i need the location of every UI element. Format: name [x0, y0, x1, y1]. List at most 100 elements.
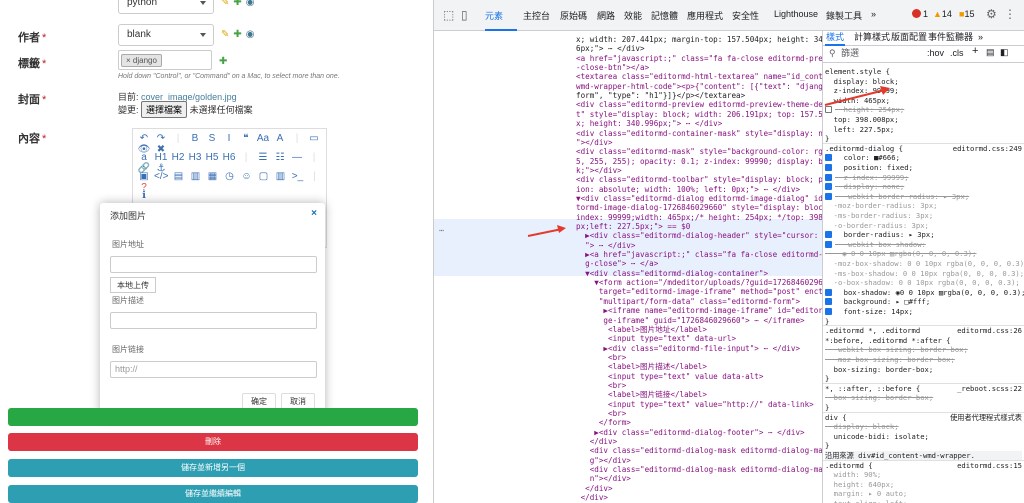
css-declaration[interactable]: unicode-bidi: isolate; [825, 432, 929, 442]
category-select[interactable]: python [118, 0, 214, 14]
toolbar-button[interactable]: H5 [205, 152, 219, 163]
devtools-tab[interactable]: 主控台 [523, 9, 550, 22]
eye-icon[interactable]: ◉ [246, 29, 259, 40]
styles-tab[interactable]: 事件監聽器 [928, 32, 973, 43]
toolbar-button[interactable]: ↶ [137, 133, 151, 144]
toolbar-button[interactable]: S [205, 133, 219, 144]
image-desc-input[interactable] [110, 312, 317, 329]
css-declaration[interactable]: z-index: 99999; [825, 173, 909, 183]
pencil-icon[interactable]: ✎ [221, 0, 233, 8]
save-button[interactable] [8, 408, 418, 426]
author-select[interactable]: blank [118, 24, 214, 46]
checkbox-icon[interactable] [825, 106, 832, 114]
toolbar-button[interactable]: ☺ [239, 171, 253, 182]
css-declaration[interactable]: -moz-box-sizing: border-box; [825, 355, 955, 365]
checkbox-icon[interactable] [825, 240, 832, 248]
toolbar-button[interactable]: ▢ [256, 171, 270, 182]
delete-button[interactable]: 刪除 [8, 433, 418, 451]
toolbar-button[interactable]: ▤ [171, 171, 185, 182]
local-upload-button[interactable]: 本地上传 [110, 277, 156, 293]
stylesheet-source-link[interactable]: editormd.css:15 [957, 461, 1022, 471]
toolbar-button[interactable]: ↷ [154, 133, 168, 144]
checkbox-icon[interactable] [825, 288, 832, 296]
plus-icon[interactable]: ✚ [233, 0, 245, 8]
device-toggle-icon[interactable]: ▯ [461, 8, 468, 22]
close-icon[interactable]: × [311, 208, 317, 219]
css-declaration[interactable]: -webkit-border-radius: ▸ 3px; [825, 192, 969, 202]
toolbar-button[interactable]: Aa [256, 133, 270, 144]
tag-chip[interactable]: × django [121, 54, 162, 67]
toolbar-button[interactable]: ☰ [256, 152, 270, 163]
dialog-title[interactable]: 添加图片 [100, 203, 325, 225]
styles-tab[interactable]: 樣式 [826, 32, 844, 43]
css-declaration[interactable]: ◉ 0 0 10px ▨rgba(0, 0, 0, 0.3); [825, 249, 976, 259]
toolbar-button[interactable]: A [273, 133, 287, 144]
styles-tab[interactable]: 計算樣式 [854, 32, 890, 43]
toolbar-button[interactable]: ▥ [188, 171, 202, 182]
toolbar-button[interactable]: H3 [188, 152, 202, 163]
cls-toggle[interactable]: .cls [950, 48, 964, 59]
css-declaration[interactable]: display: block; [825, 422, 899, 432]
toolbar-button[interactable]: I [222, 133, 236, 144]
css-declaration[interactable]: color: ■#666; [825, 153, 900, 163]
checkbox-icon[interactable] [825, 154, 832, 162]
css-declaration[interactable]: -webkit-box-sizing: border-box; [825, 345, 968, 355]
toolbar-button[interactable]: ▭ [307, 133, 321, 144]
css-declaration[interactable]: text-align: left; [825, 499, 908, 503]
paint-icon[interactable]: ▤ [986, 47, 995, 58]
css-declaration[interactable]: box-sizing: border-box; [825, 393, 934, 403]
css-declaration[interactable]: height: 640px; [825, 480, 895, 490]
css-declaration[interactable]: width: 90%; [825, 470, 882, 480]
warning-count[interactable]: ▲14 [933, 9, 952, 19]
toolbar-button[interactable]: ❝ [239, 133, 253, 144]
plus-icon[interactable]: + [972, 46, 978, 57]
styles-filter-input[interactable]: 篩選 [841, 48, 859, 59]
tags-multiselect[interactable]: × django [118, 50, 212, 70]
more-vert-icon[interactable]: ⋮ [1004, 7, 1016, 21]
css-declaration[interactable]: -moz-border-radius: 3px; [825, 201, 938, 211]
checkbox-icon[interactable] [825, 173, 832, 181]
devtools-tab[interactable]: 錄製工具 [826, 9, 862, 22]
toolbar-button[interactable]: ☷ [273, 152, 287, 163]
toolbar-button[interactable]: ◷ [222, 171, 236, 182]
css-declaration[interactable]: -ms-border-radius: 3px; [825, 211, 934, 221]
toolbar-button[interactable]: H1 [154, 152, 168, 163]
css-declaration[interactable]: margin: ▸ 0 auto; [825, 489, 908, 499]
toolbar-button[interactable]: ▦ [205, 171, 219, 182]
toolbar-button[interactable]: ℹ [137, 190, 151, 201]
checkbox-icon[interactable] [825, 231, 832, 239]
toolbar-button[interactable]: >_ [290, 171, 304, 182]
toolbar-button[interactable]: a [137, 152, 151, 163]
checkbox-icon[interactable] [825, 192, 832, 200]
dom-line[interactable]: <div class="editormd-container-mask" sty… [576, 128, 822, 139]
checkbox-icon[interactable] [825, 308, 832, 315]
choose-file-button[interactable]: 選擇檔案 [141, 101, 188, 118]
info-count[interactable]: ■15 [959, 9, 974, 19]
save-add-another-button[interactable]: 儲存並新增另一個 [8, 459, 418, 477]
css-declaration[interactable]: border-radius: ▸ 3px; [825, 230, 935, 240]
devtools-tab[interactable]: » [871, 9, 876, 19]
save-continue-button[interactable]: 儲存並繼續編輯 [8, 485, 418, 503]
devtools-tab[interactable]: 網路 [597, 9, 615, 22]
css-declaration[interactable]: position: fixed; [825, 163, 913, 173]
inspect-icon[interactable]: ⬚ [443, 8, 454, 22]
devtools-tab[interactable]: 元素 [485, 9, 503, 22]
stylesheet-source-link[interactable]: editormd.css:249 [953, 144, 1022, 154]
css-declaration[interactable]: -o-box-shadow: 0 0 10px rgba(0, 0, 0, 0.… [825, 278, 1020, 288]
image-link-input[interactable]: http:// [110, 361, 317, 378]
stylesheet-source-link[interactable]: editormd.css:26 [957, 326, 1022, 336]
toolbar-button[interactable]: </> [154, 171, 168, 182]
checkbox-icon[interactable] [825, 183, 832, 191]
css-declaration[interactable]: -o-border-radius: 3px; [825, 221, 929, 231]
css-declaration[interactable]: -ms-box-shadow: 0 0 10px rgba(0, 0, 0, 0… [825, 269, 1024, 279]
eye-icon[interactable]: ◉ [246, 0, 259, 8]
toolbar-button[interactable]: — [290, 152, 304, 163]
computed-sidebar-icon[interactable]: ◧ [1000, 47, 1009, 58]
devtools-tab[interactable]: 效能 [624, 9, 642, 22]
error-count[interactable]: 1 [912, 9, 928, 19]
toolbar-button[interactable]: ▥ [273, 171, 287, 182]
toolbar-button[interactable]: H2 [171, 152, 185, 163]
checkbox-icon[interactable] [825, 298, 832, 306]
toolbar-button[interactable]: ▣ [137, 171, 151, 182]
devtools-tab[interactable]: 安全性 [732, 9, 759, 22]
